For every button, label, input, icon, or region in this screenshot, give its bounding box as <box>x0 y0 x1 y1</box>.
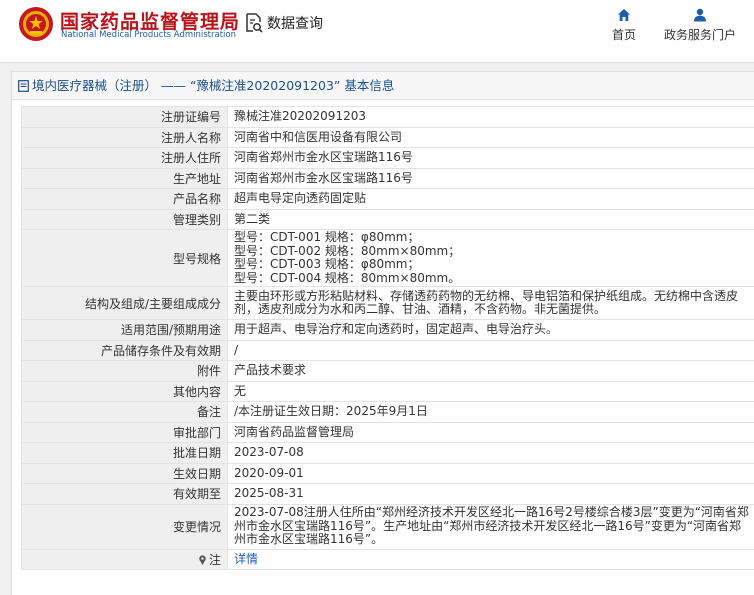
table-row: 产品名称 超声电导定向透药固定贴 <box>21 188 754 210</box>
table-row: 管理类别 第二类 <box>21 208 754 230</box>
row-label: 其他内容 <box>21 380 228 402</box>
home-icon <box>618 9 630 21</box>
row-label: 注册证编号 <box>21 106 228 128</box>
row-label: 审批部门 <box>21 421 228 443</box>
row-label-note: 注 <box>21 548 228 570</box>
row-value: / <box>227 339 754 361</box>
row-value: 产品技术要求 <box>227 360 754 382</box>
spec-line: 型号：CDT-001 规格：φ80mm； <box>234 230 420 244</box>
nav-home-label: 首页 <box>611 28 636 42</box>
user-icon <box>694 8 706 22</box>
row-value: 无 <box>227 380 754 402</box>
row-label: 备注 <box>21 401 228 423</box>
row-label: 产品储存条件及有效期 <box>21 339 228 361</box>
table-row: 注 详情 <box>21 548 754 570</box>
row-value: 用于超声、电导治疗和定向透药时，固定超声、电导治疗头。 <box>227 319 754 341</box>
row-label: 产品名称 <box>21 188 228 210</box>
row-value: 豫械注准20202091203 <box>227 106 754 128</box>
table-row: 有效期至 2025-08-31 <box>21 483 754 505</box>
row-value: 主要由环形或方形粘贴材料、存储透药药物的无纺棉、导电铝箔和保护纸组成。无纺棉中含… <box>227 286 754 320</box>
panel-title: 境内医疗器械（注册） —— “豫械注准20202091203” 基本信息 <box>12 72 754 100</box>
site-header: 国家药品监督管理局 National Medical Products Admi… <box>0 0 754 56</box>
row-value: 第二类 <box>227 208 754 230</box>
row-label: 批准日期 <box>21 442 228 464</box>
note-label: 注 <box>208 552 221 567</box>
table-row: 注册人住所 河南省郑州市金水区宝瑞路116号 <box>21 147 754 169</box>
row-label: 有效期至 <box>21 483 228 505</box>
row-value: 详情 <box>227 548 754 570</box>
row-value: 2023-07-08注册人住所由“郑州经济技术开发区经北一路16号2号楼综合楼3… <box>227 503 754 550</box>
row-label: 型号规格 <box>21 229 228 287</box>
spec-line: 型号：CDT-003 规格：φ80mm； <box>234 257 420 271</box>
nav-home[interactable]: 首页 <box>602 8 646 43</box>
row-label: 结构及组成/主要组成成分 <box>21 286 228 320</box>
row-value: 超声电导定向透药固定贴 <box>227 188 754 210</box>
data-query-label: 数据查询 <box>267 16 323 32</box>
row-label: 变更情况 <box>21 503 228 550</box>
table-row: 型号规格 型号：CDT-001 规格：φ80mm； 型号：CDT-002 规格：… <box>21 229 754 287</box>
row-label: 注册人住所 <box>21 147 228 169</box>
row-label: 管理类别 <box>21 208 228 230</box>
site-subtitle: National Medical Products Administration <box>61 30 236 40</box>
location-pin-icon <box>199 555 206 565</box>
row-value: 河南省郑州市金水区宝瑞路116号 <box>227 147 754 169</box>
row-value: 河南省郑州市金水区宝瑞路116号 <box>227 167 754 189</box>
content-area: 境内医疗器械（注册） —— “豫械注准20202091203” 基本信息 注册证… <box>0 62 754 595</box>
row-value: /本注册证生效日期：2025年9月1日 <box>227 401 754 423</box>
table-row: 注册人名称 河南省中和信医用设备有限公司 <box>21 126 754 148</box>
table-row: 备注 /本注册证生效日期：2025年9月1日 <box>21 401 754 423</box>
table-row: 产品储存条件及有效期 / <box>21 339 754 361</box>
data-query-link[interactable]: 数据查询 <box>245 12 323 34</box>
nav-gov-label: 政务服务门户 <box>663 28 736 42</box>
row-value: 型号：CDT-001 规格：φ80mm； 型号：CDT-002 规格：80mm×… <box>227 229 754 287</box>
row-label: 适用范围/预期用途 <box>21 319 228 341</box>
row-value: 河南省药品监督管理局 <box>227 421 754 443</box>
row-label: 注册人名称 <box>21 126 228 148</box>
row-label: 附件 <box>21 360 228 382</box>
row-value: 2020-09-01 <box>227 462 754 484</box>
spec-line: 型号：CDT-004 规格：80mm×80mm。 <box>234 270 461 285</box>
national-emblem-icon <box>19 7 53 41</box>
nav-gov-service-portal[interactable]: 政务服务门户 <box>656 8 744 43</box>
table-row: 生效日期 2020-09-01 <box>21 462 754 484</box>
spec-line: 型号：CDT-002 规格：80mm×80mm； <box>234 243 461 258</box>
detail-panel: 境内医疗器械（注册） —— “豫械注准20202091203” 基本信息 注册证… <box>11 71 754 595</box>
table-row: 注册证编号 豫械注准20202091203 <box>21 106 754 128</box>
document-icon <box>18 79 29 92</box>
row-value: 2025-08-31 <box>227 483 754 505</box>
table-row: 附件 产品技术要求 <box>21 360 754 382</box>
document-search-icon <box>246 13 263 33</box>
table-row: 批准日期 2023-07-08 <box>21 442 754 464</box>
table-row: 结构及组成/主要组成成分 主要由环形或方形粘贴材料、存储透药药物的无纺棉、导电铝… <box>21 286 754 320</box>
table-row: 变更情况 2023-07-08注册人住所由“郑州经济技术开发区经北一路16号2号… <box>21 503 754 550</box>
row-value: 河南省中和信医用设备有限公司 <box>227 126 754 148</box>
details-link[interactable]: 详情 <box>234 552 258 566</box>
row-label: 生效日期 <box>21 462 228 484</box>
row-label: 生产地址 <box>21 167 228 189</box>
table-row: 其他内容 无 <box>21 380 754 402</box>
table-row: 生产地址 河南省郑州市金水区宝瑞路116号 <box>21 167 754 189</box>
registration-info-table: 注册证编号 豫械注准20202091203 注册人名称 河南省中和信医用设备有限… <box>21 106 754 570</box>
panel-title-text: 境内医疗器械（注册） —— “豫械注准20202091203” 基本信息 <box>32 77 395 93</box>
table-row: 审批部门 河南省药品监督管理局 <box>21 421 754 443</box>
table-row: 适用范围/预期用途 用于超声、电导治疗和定向透药时，固定超声、电导治疗头。 <box>21 319 754 341</box>
row-value: 2023-07-08 <box>227 442 754 464</box>
